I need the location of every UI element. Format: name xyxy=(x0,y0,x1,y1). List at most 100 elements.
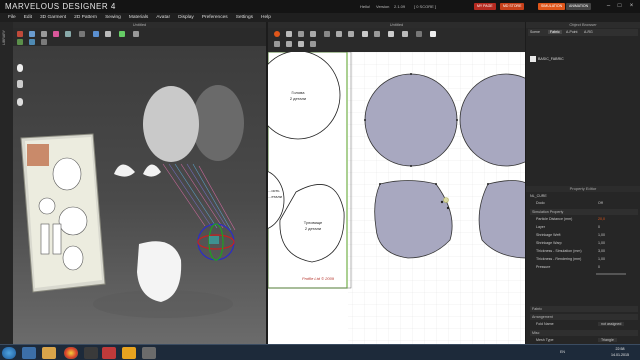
menu-display[interactable]: Display xyxy=(174,13,198,22)
menu-2d-pattern[interactable]: 2D Pattern xyxy=(70,13,101,22)
measure-icon[interactable] xyxy=(105,31,111,37)
torso-piece-2d-left xyxy=(374,180,453,259)
fabric-section-header[interactable]: Fabric xyxy=(530,306,638,312)
2d-pattern-window[interactable]: Untitled Голова 2 детали ...ость ...етал… xyxy=(268,22,525,344)
language-indicator[interactable]: EN xyxy=(560,350,565,354)
simulation-button[interactable]: SIMULATION xyxy=(538,3,566,10)
close-icon[interactable]: × xyxy=(627,2,636,10)
maximize-icon[interactable]: □ xyxy=(615,2,624,10)
marvelous-designer-icon[interactable] xyxy=(122,347,136,359)
tab-a-rg[interactable]: A-RG xyxy=(584,30,593,34)
explorer-icon[interactable] xyxy=(42,347,56,359)
taskbar: EN 22:58 14.01.2015 xyxy=(0,344,640,360)
media-player-icon[interactable] xyxy=(84,347,98,359)
board-photo xyxy=(27,144,49,166)
version-value: 2.1.09 xyxy=(394,4,406,9)
3d-viewport[interactable]: Untitled xyxy=(13,22,266,344)
menu-file[interactable]: File xyxy=(4,13,20,22)
transform-pattern-icon[interactable] xyxy=(274,31,280,37)
clock-date[interactable]: 14.01.2015 xyxy=(606,353,634,357)
avatar-icon[interactable] xyxy=(93,31,99,37)
library-label[interactable]: LIBRARY xyxy=(2,30,6,45)
misc-section-header[interactable]: Misc xyxy=(530,330,638,336)
pin-icon[interactable] xyxy=(53,31,59,37)
my-page-button[interactable]: MY PAGE xyxy=(474,3,496,10)
menu-3d-garment[interactable]: 3D Garment xyxy=(36,13,70,22)
board-pattern-head xyxy=(52,157,82,191)
menu-avatar[interactable]: Avatar xyxy=(152,13,174,22)
segment-sewing-icon[interactable] xyxy=(388,31,394,37)
torso-pattern-name: Туловище xyxy=(304,220,323,225)
tab-a-point[interactable]: A-Point xyxy=(566,30,577,34)
chrome-icon[interactable] xyxy=(64,347,78,359)
dodo-label: Dodo xyxy=(536,201,545,205)
fabric-item[interactable]: BASIC_FABRIC xyxy=(538,57,564,61)
start-icon[interactable] xyxy=(2,347,16,359)
menu-preferences[interactable]: Preferences xyxy=(198,13,232,22)
fold-icon[interactable] xyxy=(65,31,71,37)
tab-scene[interactable]: Scene xyxy=(530,30,540,34)
layer-row[interactable]: Layer 0 xyxy=(530,224,638,231)
fold-name-row[interactable]: Fold Name not assigned xyxy=(530,321,638,328)
menu-sewing[interactable]: Sewing xyxy=(101,13,125,22)
texture-icon[interactable] xyxy=(119,31,125,37)
thickness-simulation-row[interactable]: Thickness - Simulation (mm) 3,00 xyxy=(530,248,638,255)
fabric-swatch-icon[interactable] xyxy=(530,56,536,62)
polygon-icon[interactable] xyxy=(324,31,330,37)
rectangle-icon[interactable] xyxy=(336,31,342,37)
ear-right-piece xyxy=(143,164,161,177)
menu-materials[interactable]: Materials xyxy=(125,13,152,22)
tuck-icon[interactable] xyxy=(79,31,85,37)
annotation-icon[interactable] xyxy=(310,41,316,47)
arrangement-section-header[interactable]: Arrangement xyxy=(530,314,638,320)
tab-fabric[interactable]: Fabric xyxy=(548,30,562,34)
2d-canvas[interactable]: Голова 2 детали ...ость ...етали Туловищ… xyxy=(268,52,525,344)
pressure-slider[interactable] xyxy=(596,273,626,275)
select-icon[interactable] xyxy=(29,31,35,37)
camera-icon[interactable] xyxy=(133,31,139,37)
ie-icon[interactable] xyxy=(22,347,36,359)
arrange-icon[interactable] xyxy=(17,39,23,45)
simulation-property-header[interactable]: Simulation Property xyxy=(530,209,638,215)
board-pattern-paw xyxy=(62,245,84,271)
move-icon[interactable] xyxy=(41,31,47,37)
mesh-type-row[interactable]: Mesh Type Triangle xyxy=(530,337,638,344)
board-pattern-leg xyxy=(52,223,62,255)
animation-button[interactable]: ANIMATION xyxy=(566,3,592,10)
torso-pattern-sub: 2 детали xyxy=(305,226,321,231)
add-point-icon[interactable] xyxy=(310,31,316,37)
simulate-icon[interactable] xyxy=(17,31,23,37)
md-store-button[interactable]: MD STORE xyxy=(500,3,525,10)
shrinkage-warp-row[interactable]: Shrinkage Warp 1,00 xyxy=(530,240,638,247)
free-sewing-icon[interactable] xyxy=(402,31,408,37)
dodo-row[interactable]: Dodo Off xyxy=(530,200,638,207)
app-icon-red[interactable] xyxy=(102,347,116,359)
pin-2d-icon[interactable] xyxy=(298,41,304,47)
particle-distance-row[interactable]: Particle Distance (mm) 20,0 xyxy=(530,216,638,223)
app-icon-gray[interactable] xyxy=(142,347,156,359)
show-avatar-icon[interactable] xyxy=(41,39,47,45)
texture-edit-icon[interactable] xyxy=(430,31,436,37)
edit-sewing-icon[interactable] xyxy=(416,31,422,37)
edit-curvature-icon[interactable] xyxy=(298,31,304,37)
object-browser-title: Object Browser xyxy=(526,22,640,28)
pressure-row[interactable]: Pressure 0 xyxy=(530,264,638,271)
garment-icon[interactable] xyxy=(29,39,35,45)
head-pattern-name: Голова xyxy=(292,90,306,95)
3d-scene[interactable] xyxy=(13,46,266,344)
head-pattern-sub: 2 детали xyxy=(290,96,306,101)
shrinkage-weft-row[interactable]: Shrinkage Weft 1,00 xyxy=(530,232,638,239)
menu-edit[interactable]: Edit xyxy=(20,13,36,22)
dart-icon[interactable] xyxy=(374,31,380,37)
tuck-2d-icon[interactable] xyxy=(274,41,280,47)
internal-polygon-icon[interactable] xyxy=(362,31,368,37)
version-label: Version xyxy=(376,4,390,9)
menu-help[interactable]: Help xyxy=(257,13,275,22)
minimize-icon[interactable]: – xyxy=(604,2,613,10)
menu-settings[interactable]: Settings xyxy=(232,13,257,22)
fold-2d-icon[interactable] xyxy=(286,41,292,47)
circle-icon[interactable] xyxy=(348,31,354,37)
clock-time[interactable]: 22:58 xyxy=(606,347,634,351)
edit-pattern-icon[interactable] xyxy=(286,31,292,37)
thickness-rendering-row[interactable]: Thickness - Rendering (mm) 1,00 xyxy=(530,256,638,263)
